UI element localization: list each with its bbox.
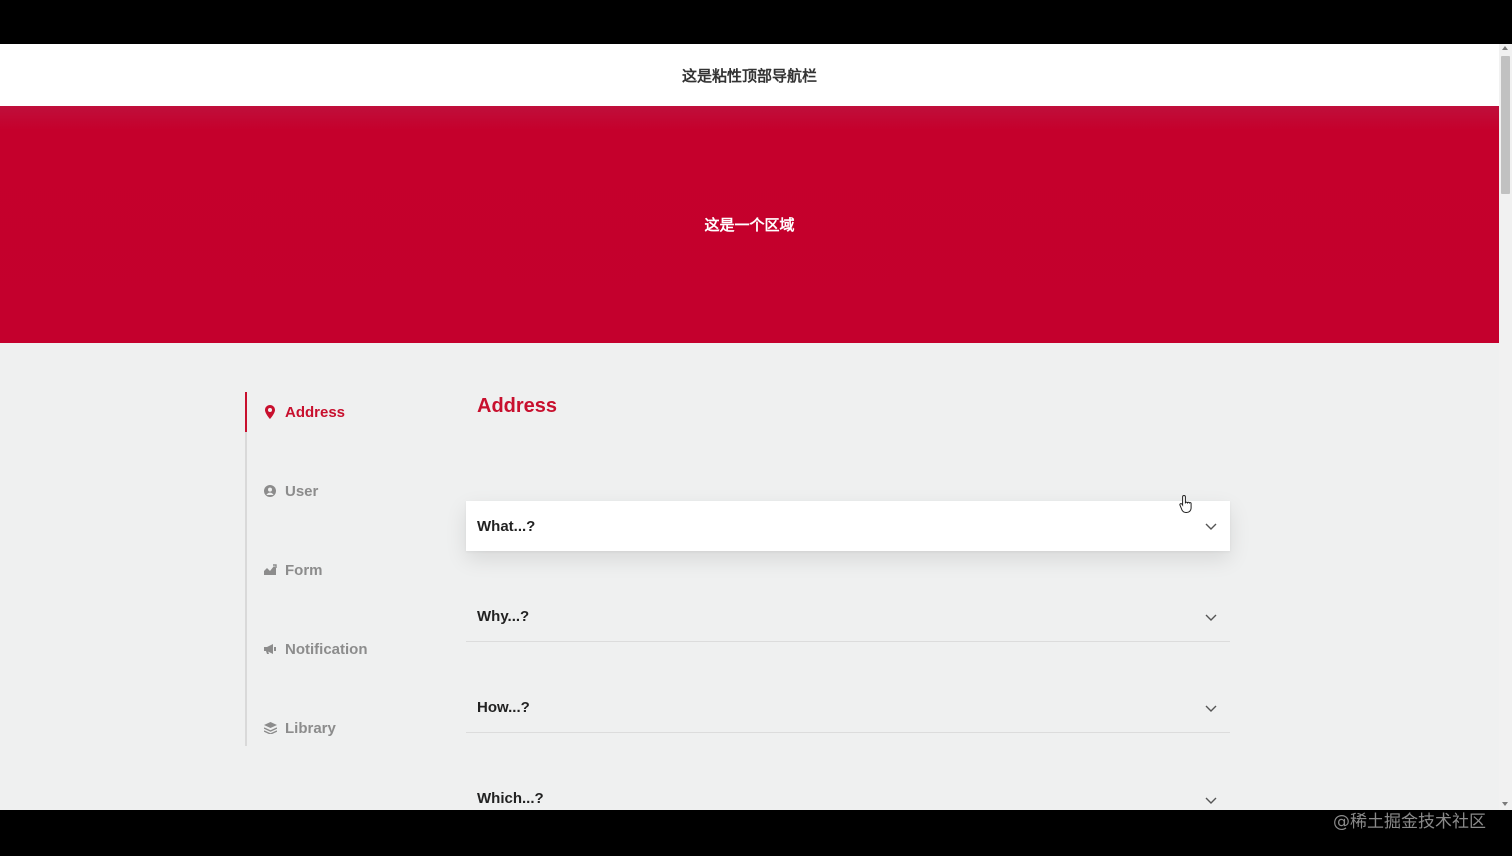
- watermark: @稀土掘金技术社区: [1333, 812, 1486, 832]
- chevron-down-icon: [1205, 614, 1217, 621]
- chevron-down-icon: [1205, 797, 1217, 804]
- accordion-label: Which...?: [477, 790, 544, 807]
- scroll-down-arrow-icon[interactable]: [1502, 802, 1508, 806]
- navbar-title: 这是粘性顶部导航栏: [681, 66, 817, 85]
- nav-active-indicator: [245, 392, 247, 432]
- sidenav-item-label: Notification: [285, 640, 368, 658]
- accordion-label: What...?: [477, 517, 536, 535]
- location-pin-icon: [263, 405, 277, 419]
- megaphone-icon: [263, 642, 277, 656]
- sidenav-item-label: User: [285, 482, 319, 500]
- sidenav-item-label: Form: [285, 561, 323, 579]
- chevron-down-icon: [1205, 523, 1217, 530]
- sticky-navbar: 这是粘性顶部导航栏: [0, 44, 1499, 106]
- section-title: Address: [477, 395, 558, 417]
- accordion-item-why[interactable]: Why...?: [466, 592, 1230, 642]
- video-frame-bottom: [0, 810, 1512, 856]
- sidenav-item-label: Library: [285, 719, 336, 737]
- page-scrollbar[interactable]: [1499, 44, 1512, 810]
- accordion-item-which[interactable]: Which...?: [466, 774, 1230, 810]
- scroll-up-arrow-icon[interactable]: [1502, 46, 1508, 50]
- sidenav-item-label: Address: [285, 403, 346, 421]
- accordion-item-how[interactable]: How...?: [466, 683, 1230, 733]
- scrollbar-thumb[interactable]: [1501, 56, 1510, 194]
- layers-icon: [263, 721, 277, 735]
- sidenav-item-address[interactable]: Address: [263, 400, 345, 424]
- sidenav-item-form[interactable]: Form: [263, 558, 323, 582]
- hero-text: 这是一个区域: [704, 216, 795, 234]
- accordion-label: Why...?: [477, 608, 530, 625]
- accordion-item-what[interactable]: What...?: [466, 501, 1230, 551]
- hero-section: 这是一个区域: [0, 106, 1499, 343]
- accordion-label: How...?: [477, 699, 530, 716]
- sidenav-item-user[interactable]: User: [263, 479, 318, 503]
- video-frame-top: [0, 0, 1512, 44]
- sidenav-item-library[interactable]: Library: [263, 716, 336, 740]
- sidenav-item-notification[interactable]: Notification: [263, 637, 368, 661]
- user-circle-icon: [263, 484, 277, 498]
- hand-pointer-cursor-icon: [1179, 494, 1192, 513]
- chart-icon: [263, 563, 277, 577]
- side-nav: Address User Form Notification Library: [245, 392, 445, 746]
- chevron-down-icon: [1205, 705, 1217, 712]
